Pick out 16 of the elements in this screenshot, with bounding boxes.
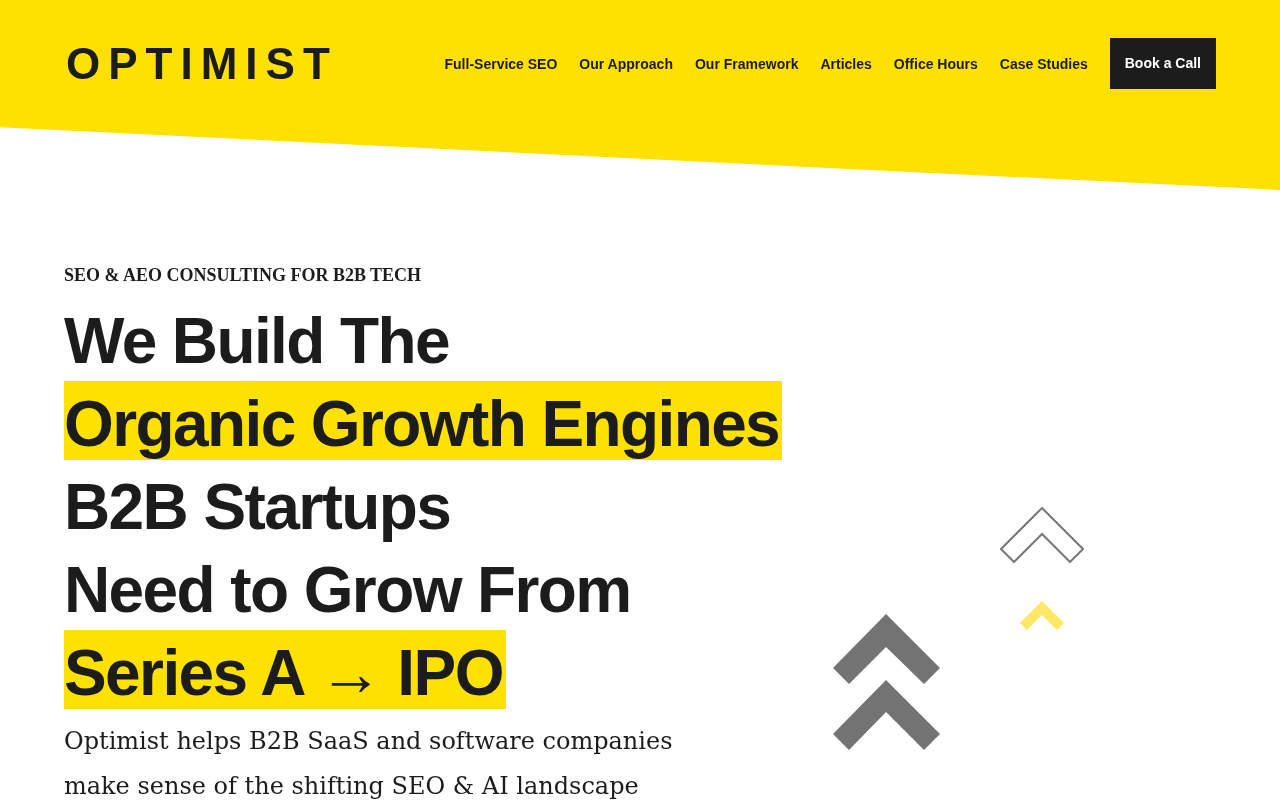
nav-link[interactable]: Our Approach bbox=[579, 53, 673, 74]
nav-link[interactable]: Our Framework bbox=[694, 53, 799, 74]
headline-line: We Build The bbox=[64, 304, 450, 377]
nav-link[interactable]: Articles bbox=[820, 53, 872, 74]
double-chevron-icon bbox=[833, 614, 940, 750]
headline-line: B2B Startups bbox=[64, 470, 452, 543]
nav-link[interactable]: Office Hours bbox=[893, 53, 978, 74]
eyebrow-text: SEO & AEO CONSULTING FOR B2B TECH bbox=[64, 264, 422, 286]
chevron-outline-icon bbox=[1000, 507, 1084, 563]
nav-link[interactable]: Case Studies bbox=[999, 53, 1088, 74]
hero-description: Optimist helps B2B SaaS and software companies make sense of the shifting SEO & AI landscape bbox=[64, 726, 674, 800]
headline-line: Need to Grow From bbox=[64, 553, 632, 626]
book-call-button[interactable]: Book a Call bbox=[1109, 38, 1216, 89]
chevron-icon bbox=[1020, 601, 1064, 630]
logo-wordmark[interactable]: OPTIMIST bbox=[66, 39, 338, 88]
nav-link[interactable]: Full-Service SEO bbox=[444, 53, 558, 74]
